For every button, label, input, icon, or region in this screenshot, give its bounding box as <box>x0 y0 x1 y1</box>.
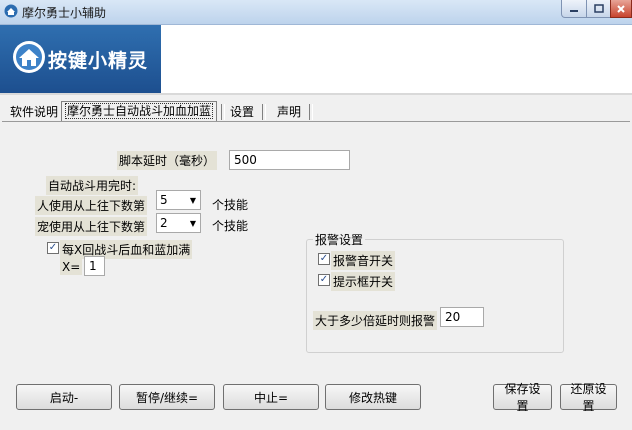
tab-label: 声明 <box>277 105 302 119</box>
tab-label: 设置 <box>230 105 255 119</box>
restore-settings-button[interactable]: 还原设置 <box>560 382 617 413</box>
pet-skill-label: 宠使用从上往下数第 <box>35 217 148 236</box>
pet-skill-select[interactable]: 2 ▼ <box>156 213 201 233</box>
close-icon <box>617 4 625 13</box>
maximize-icon <box>593 4 604 13</box>
house-logo-icon <box>13 41 45 73</box>
checkmark-icon: ✓ <box>319 274 329 285</box>
stop-button[interactable]: 中止= <box>223 384 319 410</box>
tab-divider <box>309 104 313 120</box>
tab-software-info[interactable]: 软件说明 <box>7 103 61 121</box>
alarm-delay-label: 大于多少倍延时则报警 <box>313 311 438 330</box>
alarm-sound-checkbox[interactable]: ✓ <box>318 253 330 265</box>
tab-settings[interactable]: 设置 <box>227 103 257 121</box>
alarm-settings-title: 报警设置 <box>313 231 366 248</box>
banner-blank-area <box>161 25 632 93</box>
tab-label: 摩尔勇士自动战斗加血加蓝 <box>65 103 214 119</box>
minimize-button[interactable] <box>561 0 587 18</box>
tab-label: 软件说明 <box>10 105 59 119</box>
popup-label: 提示框开关 <box>331 272 396 291</box>
tab-divider <box>262 104 266 120</box>
x-label: X= <box>60 259 83 275</box>
checkmark-icon: ✓ <box>48 242 58 253</box>
popup-checkbox[interactable]: ✓ <box>318 274 330 286</box>
person-skill-unit: 个技能 <box>212 198 249 212</box>
auto-battle-header: 自动战斗用完时: <box>46 176 139 195</box>
person-skill-label: 人使用从上往下数第 <box>35 196 148 215</box>
maximize-button[interactable] <box>586 0 611 18</box>
script-delay-input[interactable] <box>229 150 350 170</box>
tab-divider <box>221 104 225 120</box>
alarm-delay-input[interactable] <box>440 307 484 327</box>
x-value-input[interactable] <box>84 256 105 276</box>
tab-auto-battle[interactable]: 摩尔勇士自动战斗加血加蓝 <box>61 101 218 122</box>
chevron-down-icon: ▼ <box>189 218 197 228</box>
save-settings-button[interactable]: 保存设置 <box>493 382 552 413</box>
chevron-down-icon: ▼ <box>189 195 197 205</box>
logo-text: 按键小精灵 <box>48 50 149 72</box>
change-hotkey-button[interactable]: 修改热键 <box>325 384 421 410</box>
start-button[interactable]: 启动- <box>16 384 112 410</box>
minimize-icon <box>570 9 578 12</box>
alarm-sound-label: 报警音开关 <box>331 251 396 270</box>
close-button[interactable] <box>610 0 632 18</box>
tab-statement[interactable]: 声明 <box>274 103 304 121</box>
refill-label: 每X回战斗后血和蓝加满 <box>60 240 193 259</box>
person-skill-select[interactable]: 5 ▼ <box>156 190 201 210</box>
window-title: 摩尔勇士小辅助 <box>22 6 107 20</box>
checkmark-icon: ✓ <box>319 253 329 264</box>
pause-resume-button[interactable]: 暂停/继续= <box>119 384 215 410</box>
person-skill-value: 5 <box>160 193 168 207</box>
script-delay-label: 脚本延时（毫秒） <box>117 151 218 170</box>
pet-skill-unit: 个技能 <box>212 219 249 233</box>
app-house-icon <box>4 4 18 18</box>
pet-skill-value: 2 <box>160 216 168 230</box>
banner-divider <box>0 93 632 95</box>
refill-checkbox[interactable]: ✓ <box>47 242 59 254</box>
